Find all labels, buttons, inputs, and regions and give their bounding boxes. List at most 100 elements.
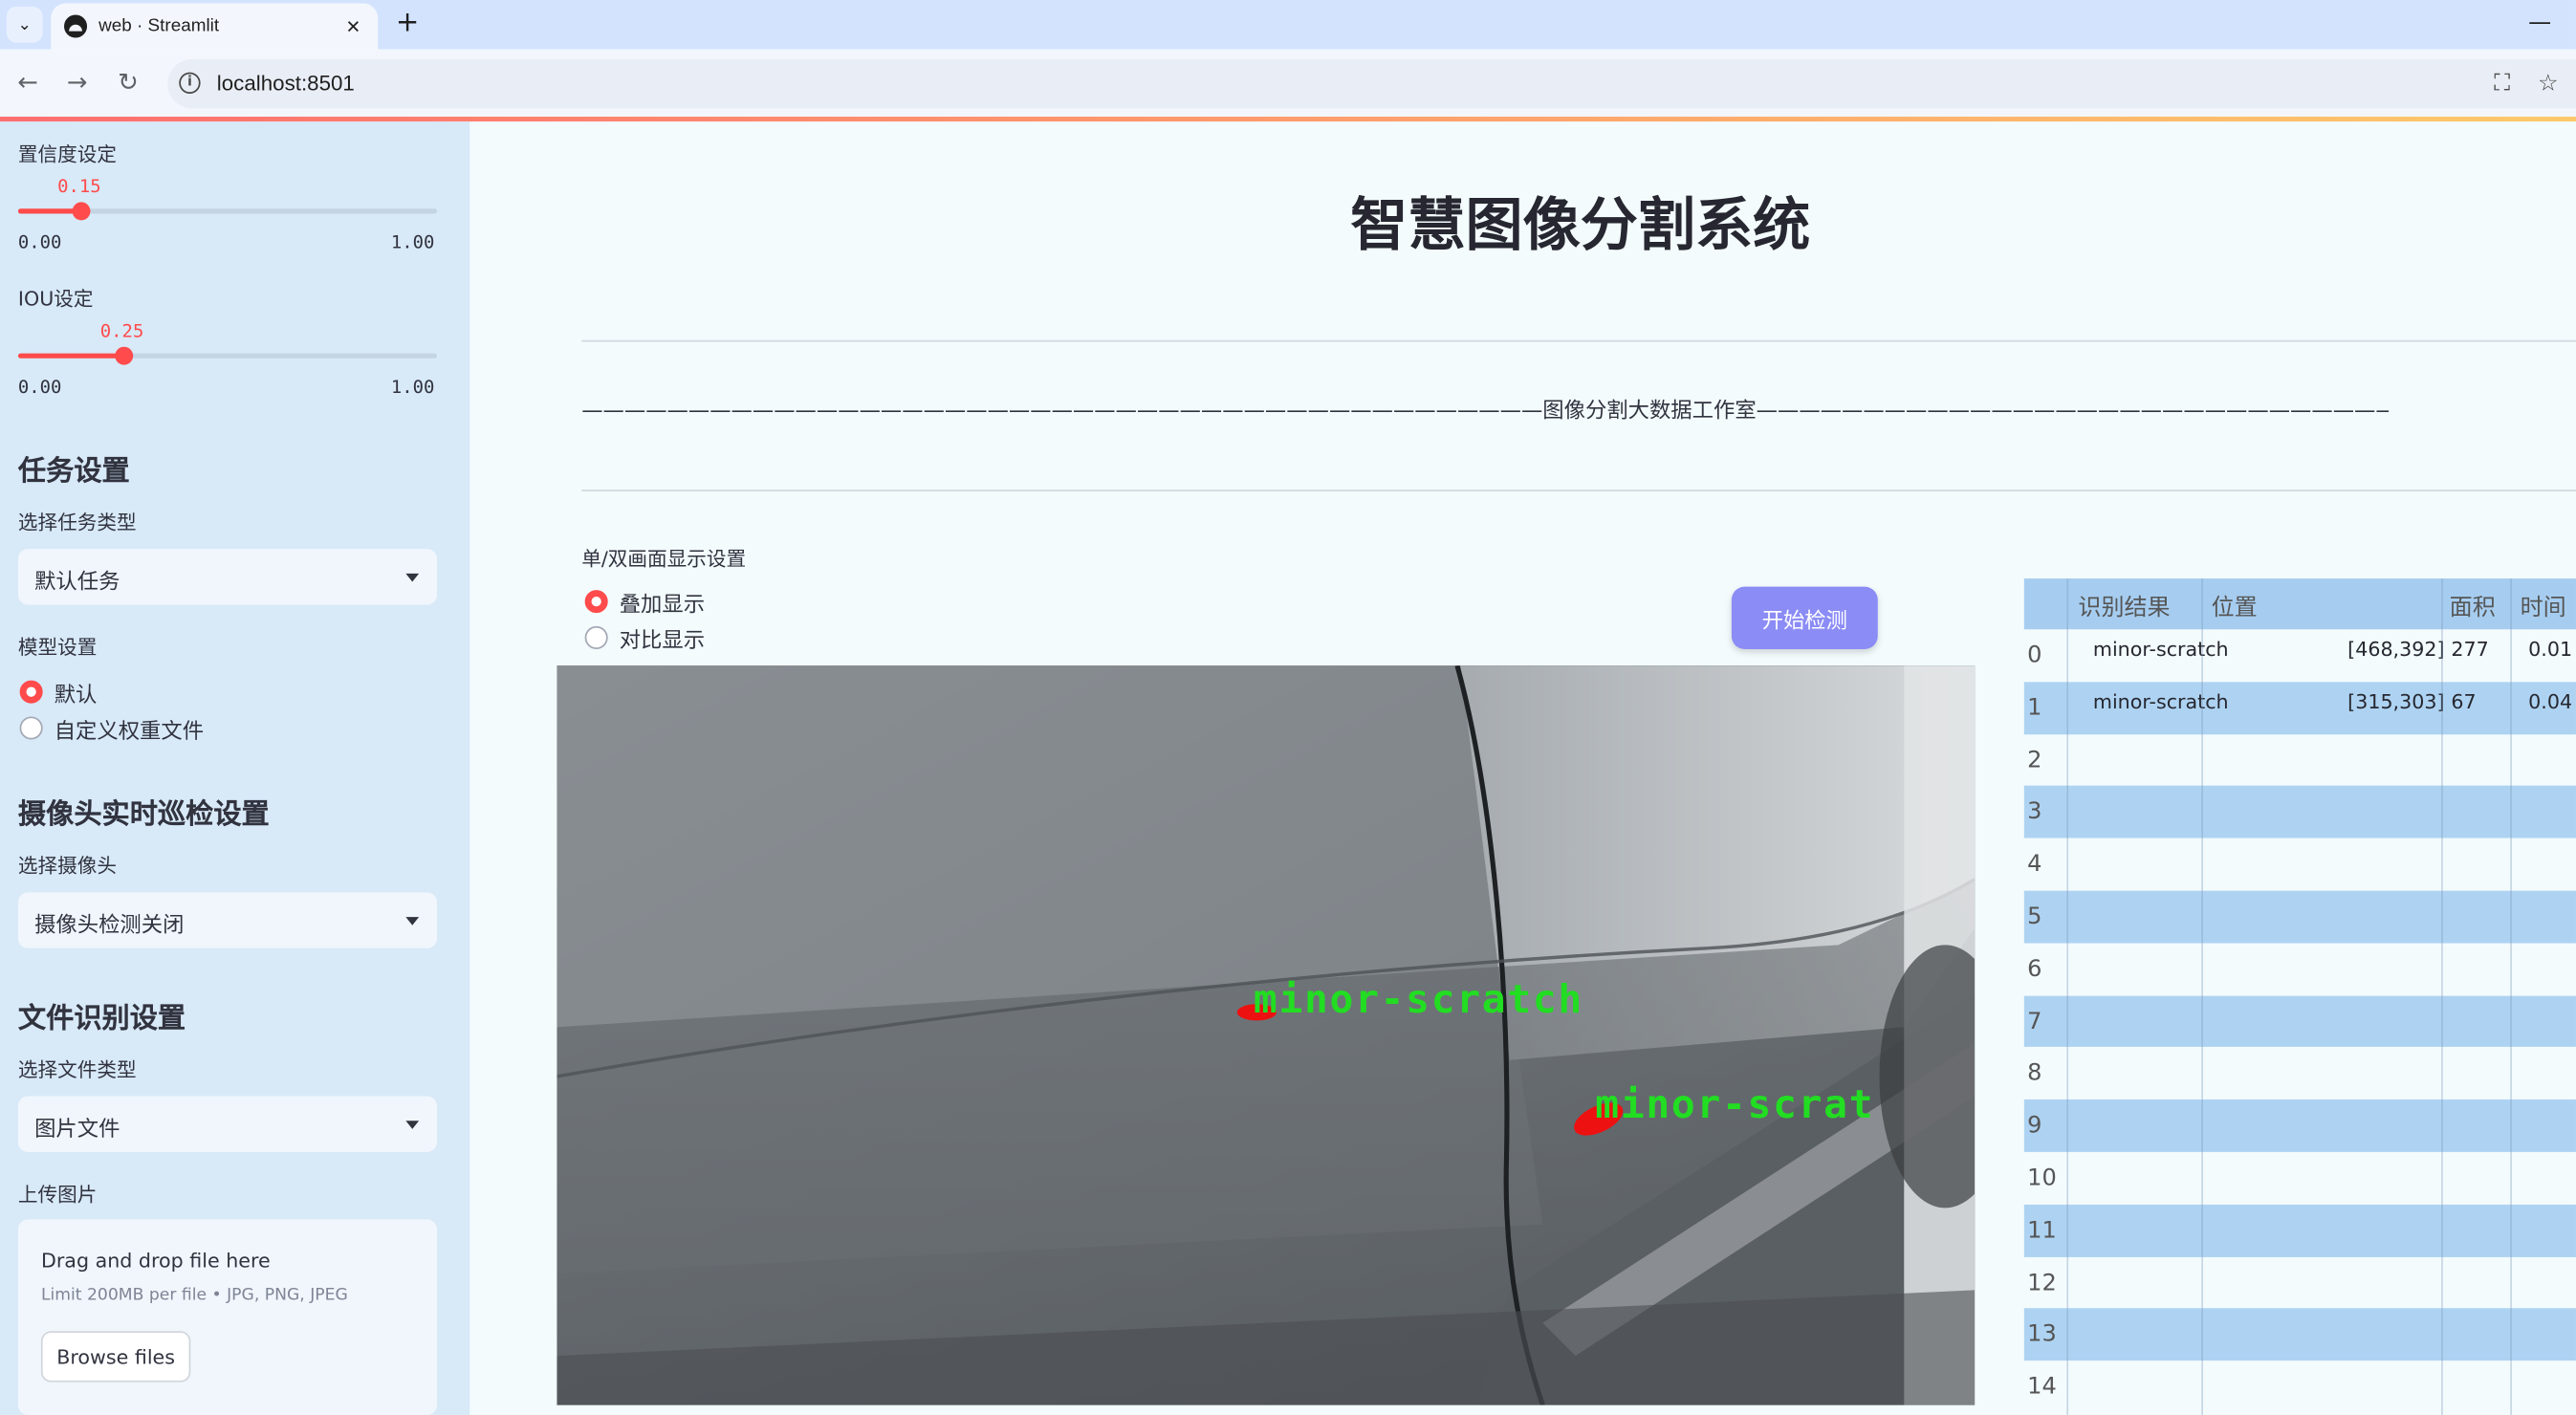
column-divider (2201, 578, 2203, 1415)
file-type-select[interactable]: 图片文件 (17, 1096, 438, 1152)
row-index: 3 (2027, 799, 2042, 826)
close-tab-icon[interactable]: ✕ (338, 11, 368, 41)
table-row[interactable]: 5 (2023, 890, 2576, 944)
table-row[interactable]: 7 (2023, 994, 2576, 1048)
column-header[interactable]: 识别结果 (2078, 590, 2170, 622)
row-index: 1 (2027, 694, 2042, 722)
row-index: 9 (2027, 1113, 2042, 1140)
file-dropzone[interactable]: Drag and drop file here Limit 200MB per … (17, 1219, 438, 1415)
site-info-icon[interactable]: i (179, 72, 201, 94)
results-table[interactable]: 识别结果 位置 面积 时间 0 minor-scratch [468,392] 277… (2023, 578, 2576, 1415)
row-index: 6 (2027, 956, 2042, 983)
radio-selected-icon[interactable] (19, 680, 43, 704)
row-index: 12 (2027, 1270, 2057, 1296)
cell-result: minor-scratch (2092, 637, 2229, 661)
column-header[interactable]: 位置 (2212, 590, 2258, 622)
iou-value: 0.25 (99, 320, 144, 342)
table-row[interactable]: 6 (2023, 943, 2576, 995)
minimize-window-button[interactable]: — (2523, 7, 2556, 39)
row-index: 14 (2027, 1374, 2057, 1401)
start-detection-button[interactable]: 开始检测 (1731, 586, 1878, 649)
browser-tab[interactable]: web · Streamlit ✕ (51, 3, 379, 50)
row-index: 7 (2027, 1008, 2042, 1035)
address-bar[interactable]: i localhost:8501 ⛶ ☆ (167, 58, 2576, 109)
iou-slider-thumb[interactable] (114, 346, 133, 365)
main-content: 智慧图像分割系统 ———————————————————————————————… (469, 121, 2576, 1415)
display-option-overlay[interactable]: 叠加显示 (584, 587, 706, 618)
radio-selected-icon[interactable] (584, 590, 608, 614)
confidence-slider-thumb[interactable] (73, 202, 91, 221)
row-index: 10 (2027, 1165, 2057, 1192)
model-option-default[interactable]: 默认 (19, 677, 97, 708)
streamlit-favicon-icon (64, 14, 88, 38)
chevron-down-icon (405, 917, 420, 925)
iou-slider-fill (17, 353, 123, 359)
row-index: 13 (2027, 1321, 2057, 1349)
cell-position: [315,303] (2347, 689, 2445, 713)
camera-value: 摄像头检测关闭 (34, 913, 185, 939)
display-option-label: 叠加显示 (619, 592, 706, 618)
confidence-slider[interactable] (17, 202, 438, 221)
task-type-select[interactable]: 默认任务 (17, 549, 438, 605)
upload-label: 上传图片 (17, 1183, 98, 1207)
table-header: 识别结果 位置 面积 时间 (2023, 578, 2576, 630)
table-row[interactable]: 2 (2023, 733, 2576, 787)
back-arrow-icon[interactable]: ← (11, 66, 44, 98)
radio-unselected-icon[interactable] (584, 625, 608, 649)
url-text[interactable]: localhost:8501 (217, 71, 355, 96)
camera-label: 选择摄像头 (17, 854, 118, 878)
camera-select[interactable]: 摄像头检测关闭 (17, 892, 438, 948)
dropzone-title: Drag and drop file here (40, 1249, 271, 1273)
confidence-value: 0.15 (57, 175, 101, 198)
column-divider (2066, 578, 2069, 1415)
table-row[interactable]: 8 (2023, 1047, 2576, 1100)
table-row[interactable]: 4 (2023, 838, 2576, 891)
bookmark-star-icon[interactable]: ☆ (2533, 69, 2563, 98)
table-row[interactable]: 12 (2023, 1256, 2576, 1309)
chevron-down-icon (405, 573, 420, 582)
row-index: 4 (2027, 851, 2042, 879)
detection-label: minor-scratch (1253, 976, 1583, 1023)
dropzone-limit: Limit 200MB per file • JPG, PNG, JPEG (40, 1286, 348, 1305)
task-type-value: 默认任务 (34, 570, 120, 596)
display-mode-label: 单/双画面显示设置 (581, 547, 747, 571)
column-divider (2510, 578, 2512, 1415)
browse-files-button[interactable]: Browse files (40, 1331, 191, 1382)
cell-position: [468,392] (2347, 637, 2445, 661)
reload-icon[interactable]: ↻ (112, 66, 144, 98)
studio-banner: ————————————————————————————————————————… (581, 399, 2389, 424)
radio-unselected-icon[interactable] (19, 716, 43, 740)
translate-icon[interactable]: ⛶ (2487, 69, 2517, 98)
table-row[interactable]: 9 (2023, 1099, 2576, 1152)
tab-search-dropdown-icon[interactable]: ⌄ (6, 6, 43, 43)
table-row[interactable]: 13 (2023, 1308, 2576, 1361)
file-type-value: 图片文件 (34, 1117, 120, 1143)
detection-image: minor-scratch minor-scrat (557, 665, 1976, 1405)
table-row[interactable]: 1 minor-scratch [315,303] 67 0.04 (2023, 681, 2576, 734)
display-option-label: 对比显示 (619, 628, 706, 654)
cell-area: 277 (2451, 637, 2489, 661)
file-type-label: 选择文件类型 (17, 1057, 137, 1082)
cell-time: 0.01 (2528, 637, 2573, 661)
model-option-custom[interactable]: 自定义权重文件 (19, 713, 204, 744)
table-row[interactable]: 11 (2023, 1204, 2576, 1257)
column-header[interactable]: 时间 (2521, 590, 2566, 622)
table-row[interactable]: 0 minor-scratch [468,392] 277 0.01 (2023, 629, 2576, 682)
iou-slider[interactable] (17, 346, 438, 365)
column-divider (2441, 578, 2443, 1415)
cell-result: minor-scratch (2092, 689, 2229, 713)
new-tab-button[interactable]: + (391, 7, 424, 39)
iou-label: IOU设定 (17, 287, 94, 311)
task-type-label: 选择任务类型 (17, 511, 137, 534)
page-title: 智慧图像分割系统 (1350, 193, 1811, 260)
column-header[interactable]: 面积 (2450, 590, 2496, 622)
table-row[interactable]: 14 (2023, 1361, 2576, 1414)
table-row[interactable]: 3 (2023, 786, 2576, 838)
file-settings-heading: 文件识别设置 (17, 1002, 186, 1035)
display-option-compare[interactable]: 对比显示 (584, 622, 706, 654)
row-index: 2 (2027, 747, 2042, 773)
confidence-slider-fill (17, 208, 81, 214)
cell-area: 67 (2451, 689, 2477, 713)
forward-arrow-icon[interactable]: → (61, 66, 94, 98)
table-row[interactable]: 10 (2023, 1151, 2576, 1205)
